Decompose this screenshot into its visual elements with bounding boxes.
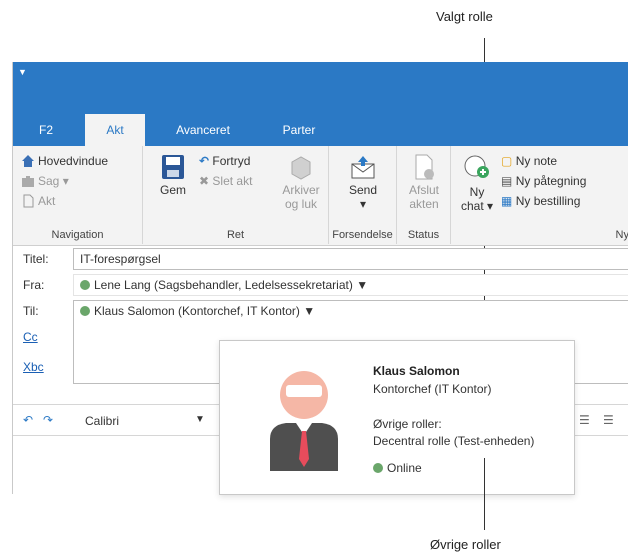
font-dropdown-icon[interactable]: ▼ <box>195 414 205 425</box>
group-status: Afslut akten Status <box>397 146 451 244</box>
annotation-icon: ▤ <box>501 174 513 188</box>
archive-box-icon <box>291 156 311 180</box>
undo-icon: ↶ <box>199 154 210 168</box>
ny-paategning-label: Ny påtegning <box>515 174 587 188</box>
arkiver-button[interactable]: Arkiver og luk <box>279 154 323 211</box>
presence-status-label: Online <box>387 461 422 475</box>
gem-label: Gem <box>159 183 186 197</box>
send-button[interactable]: Send ▾ <box>343 154 383 211</box>
arkiver-label-1: Arkiver <box>282 183 320 197</box>
contact-card-popup: Klaus Salomon Kontorchef (IT Kontor) Øvr… <box>219 340 575 495</box>
sag-button[interactable]: Sag ▾ <box>21 174 69 188</box>
xbc-link[interactable]: Xbc <box>23 360 44 374</box>
til-label: Til: <box>23 304 39 318</box>
avatar <box>270 371 338 471</box>
group-label-status: Status <box>407 229 440 241</box>
group-forsendelse: Send ▾ Forsendelse <box>329 146 397 244</box>
note-icon: ▢ <box>501 154 513 168</box>
presence-status: Online <box>373 461 422 475</box>
ribbon-tabs: F2 Akt Avanceret Parter <box>13 114 628 146</box>
ny-chat-label-1: Ny <box>469 185 485 199</box>
titel-label: Titel: <box>23 252 49 266</box>
afslut-akten-button[interactable]: Afslut akten <box>403 154 445 211</box>
ny-bestilling-button[interactable]: ▦ Ny bestilling <box>501 194 580 208</box>
chat-add-icon <box>464 155 489 178</box>
briefcase-icon <box>22 176 34 187</box>
document-check-icon <box>415 154 434 180</box>
ny-bestilling-label: Ny bestilling <box>515 194 581 208</box>
arkiver-label-2: og luk <box>284 197 318 211</box>
ribbon: Hovedvindue Sag ▾ Akt Navigation Gem ↶ F… <box>13 146 628 246</box>
ny-paategning-button[interactable]: ▤ Ny påtegning <box>501 174 586 188</box>
tab-akt[interactable]: Akt <box>85 114 145 146</box>
til-dropdown-icon[interactable]: ▼ <box>303 304 315 318</box>
slet-akt-button[interactable]: ✖ Slet akt <box>199 174 252 188</box>
ny-note-label: Ny note <box>515 154 558 168</box>
align-justify-icon[interactable]: ☰ <box>603 413 614 427</box>
til-value: Klaus Salomon (Kontorchef, IT Kontor) <box>94 304 300 318</box>
send-envelope-icon <box>351 156 375 179</box>
callout-selected-role: Valgt rolle <box>436 9 493 24</box>
contact-role: Kontorchef (IT Kontor) <box>373 382 492 396</box>
afslut-label-2: akten <box>409 197 439 211</box>
other-roles-label: Øvrige roller: <box>373 417 442 431</box>
group-ny: Ny chat ▾ ▢ Ny note ▤ Ny påtegning ▦ Ny … <box>451 146 628 244</box>
ny-chat-button[interactable]: Ny chat ▾ <box>459 154 495 213</box>
fortryd-button[interactable]: ↶ Fortryd <box>199 154 250 168</box>
group-label-forsendelse: Forsendelse <box>332 229 393 241</box>
send-label: Send <box>348 183 378 197</box>
slet-label: Slet akt <box>212 174 253 188</box>
align-right-icon[interactable]: ☰ <box>579 413 590 427</box>
ny-note-button[interactable]: ▢ Ny note <box>501 154 557 168</box>
callout-line-bottom <box>484 458 485 530</box>
titel-input[interactable]: IT-forespørgsel <box>73 248 628 270</box>
other-roles-value: Decentral rolle (Test-enheden) <box>373 434 535 448</box>
undo-icon[interactable]: ↶ <box>23 413 33 427</box>
send-dropdown-icon[interactable]: ▾ <box>343 197 383 211</box>
group-navigation: Hovedvindue Sag ▾ Akt Navigation <box>13 146 143 244</box>
tab-avanceret[interactable]: Avanceret <box>165 114 241 146</box>
group-label-ny: Ny <box>615 229 628 241</box>
online-status-dot <box>80 280 90 290</box>
tab-f2[interactable]: F2 <box>25 114 67 146</box>
fortryd-label: Fortryd <box>212 154 251 168</box>
tab-parter[interactable]: Parter <box>269 114 329 146</box>
akt-button[interactable]: Akt <box>21 194 55 208</box>
save-icon <box>162 155 184 179</box>
title-bar: ▼ <box>13 62 628 114</box>
hovedvindue-button[interactable]: Hovedvindue <box>21 154 108 168</box>
fra-label: Fra: <box>23 278 45 292</box>
font-select[interactable]: Calibri <box>85 414 119 428</box>
afslut-label-1: Afslut <box>408 183 439 197</box>
order-icon: ▦ <box>501 194 513 208</box>
group-label-navigation: Navigation <box>51 229 104 241</box>
fra-field[interactable]: Lene Lang (Sagsbehandler, Ledelsessekret… <box>73 274 628 296</box>
fra-dropdown-icon[interactable]: ▼ <box>356 278 368 292</box>
online-status-dot <box>373 463 383 473</box>
home-icon <box>22 155 34 167</box>
document-icon <box>23 194 34 208</box>
cc-link[interactable]: Cc <box>23 330 38 344</box>
gem-button[interactable]: Gem <box>155 154 191 197</box>
akt-label: Akt <box>38 194 56 208</box>
ny-chat-label-2: chat <box>460 199 484 213</box>
redo-icon[interactable]: ↷ <box>43 413 53 427</box>
contact-name: Klaus Salomon <box>373 364 460 378</box>
fra-value: Lene Lang (Sagsbehandler, Ledelsessekret… <box>94 278 353 292</box>
callout-other-roles: Øvrige roller <box>430 537 501 552</box>
online-status-dot <box>80 306 90 316</box>
sag-label: Sag <box>38 174 60 188</box>
group-ret: Gem ↶ Fortryd ✖ Slet akt Arkiver og luk … <box>143 146 329 244</box>
group-label-ret: Ret <box>226 229 245 241</box>
hovedvindue-label: Hovedvindue <box>38 154 109 168</box>
delete-icon: ✖ <box>199 174 210 188</box>
quick-access-dropdown-icon[interactable]: ▼ <box>18 67 27 77</box>
